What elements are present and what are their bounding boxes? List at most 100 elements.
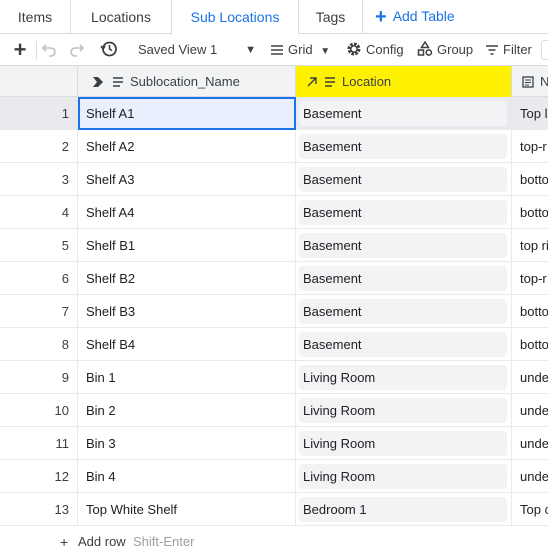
tab-sub-locations[interactable]: Sub Locations [172,0,299,35]
undo-icon [41,44,56,57]
sublocation-name-cell[interactable]: Bin 1 [78,361,296,394]
sublocation-name-cell[interactable]: Bin 3 [78,427,296,460]
table-row[interactable]: 9 Bin 1 Living Room unde [0,361,548,394]
config-button[interactable]: Config [346,34,404,66]
table-row[interactable]: 2 Shelf A2 Basement top-r [0,130,548,163]
table-row[interactable]: 8 Shelf B4 Basement botto [0,328,548,361]
history-button[interactable] [96,34,122,66]
grid-button[interactable]: Grid ▼ [270,34,330,66]
sublocation-name-cell[interactable]: Shelf A4 [78,196,296,229]
location-cell[interactable]: Basement [296,328,512,361]
history-icon [100,41,117,57]
location-cell[interactable]: Basement [296,229,512,262]
gear-icon [347,42,361,56]
sublocation-name-cell[interactable]: Shelf B3 [78,295,296,328]
location-cell[interactable]: Basement [296,295,512,328]
location-cell[interactable]: Living Room [296,361,512,394]
redo-button[interactable] [66,34,88,66]
sublocation-name-cell[interactable]: Shelf A2 [78,130,296,163]
table-row[interactable]: 12 Bin 4 Living Room unde [0,460,548,493]
tab-tags[interactable]: Tags [299,0,363,34]
location-chip: Basement [299,167,507,192]
location-chip: Living Room [299,431,507,456]
notes-cell[interactable]: top-r [512,262,548,295]
add-table-button[interactable]: + Add Table [375,0,455,34]
row-number: 7 [0,295,78,328]
notes-cell[interactable]: botto [512,295,548,328]
column-header-sublocation-name[interactable]: Sublocation_Name [78,66,296,97]
add-row-label: Add row [78,534,126,549]
location-cell[interactable]: Living Room [296,394,512,427]
sublocation-name-cell[interactable]: Shelf A3 [78,163,296,196]
notes-cell[interactable]: botto [512,196,548,229]
tab-items[interactable]: Items [0,0,71,34]
saved-view-select[interactable]: Saved View 1 ▼ [134,34,260,66]
sublocation-name-cell[interactable]: Shelf B4 [78,328,296,361]
plus-icon: + [60,534,69,550]
add-row-shortcut-hint: Shift-Enter [133,534,195,549]
row-number-header [0,66,78,97]
notes-cell[interactable]: Top c [512,493,548,526]
long-text-icon [522,76,534,88]
location-cell[interactable]: Basement [296,262,512,295]
add-table-label: Add Table [392,8,455,24]
notes-cell[interactable]: unde [512,394,548,427]
location-cell[interactable]: Living Room [296,427,512,460]
data-grid: Sublocation_Name Location N 1 Shelf A1 B… [0,66,548,551]
sublocation-name-cell[interactable]: Shelf B1 [78,229,296,262]
location-cell[interactable]: Basement [296,196,512,229]
saved-view-label: Saved View 1 [138,42,218,57]
table-row[interactable]: 10 Bin 2 Living Room unde [0,394,548,427]
column-header-label: Sublocation_Name [130,74,240,89]
location-cell[interactable]: Living Room [296,460,512,493]
sublocation-name-cell[interactable]: Bin 4 [78,460,296,493]
sublocation-name-cell[interactable]: Top White Shelf [78,493,296,526]
location-chip: Basement [299,266,507,291]
table-row[interactable]: 11 Bin 3 Living Room unde [0,427,548,460]
location-cell[interactable]: Basement [296,130,512,163]
table-row[interactable]: 7 Shelf B3 Basement botto [0,295,548,328]
location-cell[interactable]: Basement [296,163,512,196]
notes-cell[interactable]: unde [512,460,548,493]
tab-locations[interactable]: Locations [71,0,172,34]
add-record-button[interactable]: + [6,34,34,66]
notes-cell[interactable]: unde [512,361,548,394]
table-row[interactable]: 4 Shelf A4 Basement botto [0,196,548,229]
location-cell[interactable]: Bedroom 1 [296,493,512,526]
add-row-button[interactable]: + Add row Shift-Enter [0,527,548,551]
notes-cell[interactable]: top-r [512,130,548,163]
table-row[interactable]: 13 Top White Shelf Bedroom 1 Top c [0,493,548,526]
notes-cell[interactable]: top ri [512,229,548,262]
row-number: 13 [0,493,78,526]
table-row[interactable]: 1 Shelf A1 Basement Top l [0,97,548,130]
table-row[interactable]: 5 Shelf B1 Basement top ri [0,229,548,262]
table-row[interactable]: 3 Shelf A3 Basement botto [0,163,548,196]
text-type-icon [113,77,123,87]
table-tabs: Items Locations Sub Locations Tags + Add … [0,0,548,35]
location-cell[interactable]: Basement [296,97,512,130]
location-chip: Basement [299,332,507,357]
group-label: Group [437,42,474,57]
undo-button[interactable] [38,34,60,66]
grid-lines-icon [271,45,283,55]
reference-arrow-icon [307,77,317,87]
display-column-icon [93,77,103,87]
row-number: 12 [0,460,78,493]
notes-cell[interactable]: botto [512,328,548,361]
notes-cell[interactable]: botto [512,163,548,196]
filter-button[interactable]: Filter [485,34,532,66]
row-number: 8 [0,328,78,361]
sublocation-name-cell[interactable]: Bin 2 [78,394,296,427]
filter-icon [486,45,498,55]
notes-cell[interactable]: Top l [512,97,548,130]
more-button[interactable] [541,40,548,60]
sublocation-name-cell[interactable]: Shelf B2 [78,262,296,295]
notes-cell[interactable]: unde [512,427,548,460]
column-header-label: Location [342,74,392,89]
text-type-icon [325,77,335,87]
sublocation-name-cell[interactable]: Shelf A1 [78,97,296,130]
column-header-notes[interactable]: N [512,66,548,97]
column-header-location[interactable]: Location [296,66,512,97]
group-button[interactable]: Group [417,34,473,66]
table-row[interactable]: 6 Shelf B2 Basement top-r [0,262,548,295]
